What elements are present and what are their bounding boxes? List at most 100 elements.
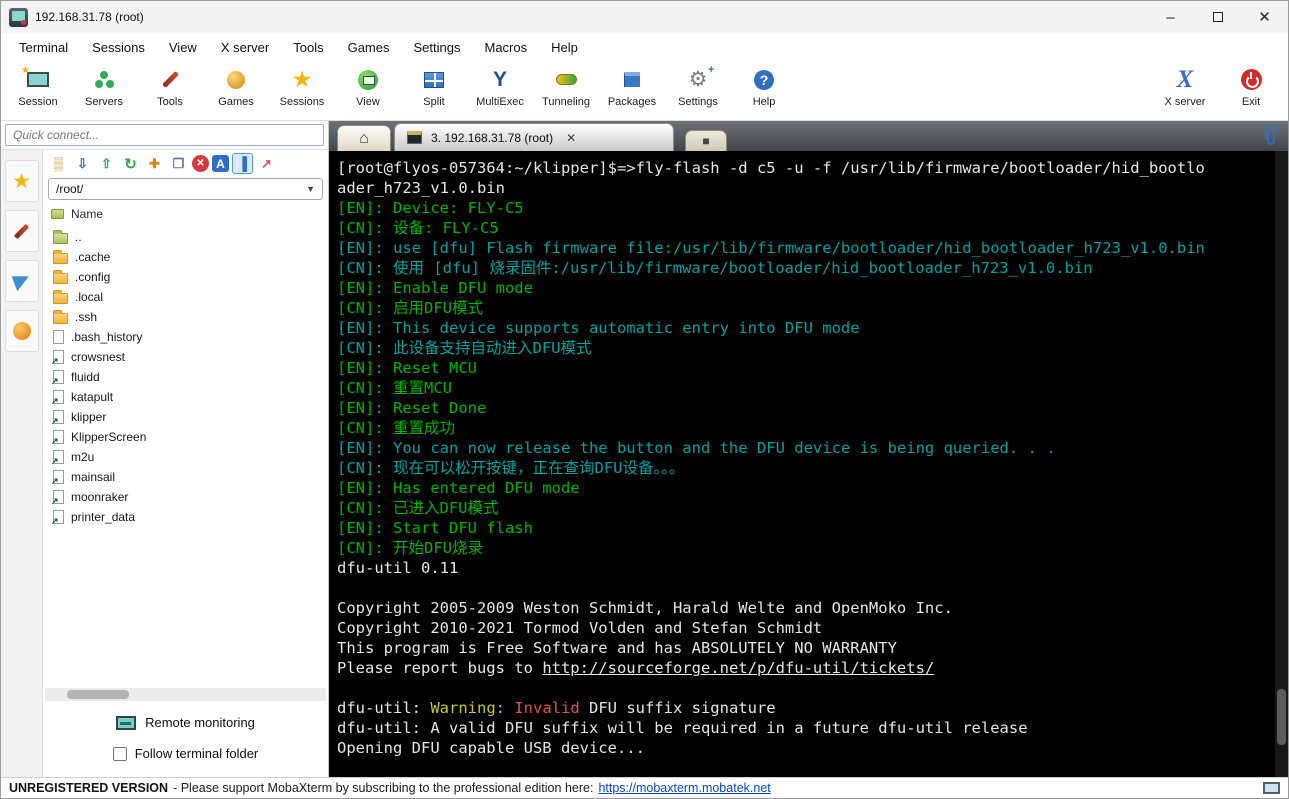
delete-icon[interactable]: ✕ (192, 155, 209, 172)
tab-close-icon[interactable]: ✕ (566, 131, 576, 145)
terminal-line: Opening DFU capable USB device... (337, 739, 645, 757)
main-area: ★ ▒ ⇩ ⇧ ↻ ✚ ❐ ✕ A ▐ (1, 121, 1288, 777)
toolbar-button-games[interactable]: Games (203, 64, 269, 108)
file-row[interactable]: moonraker (45, 487, 328, 507)
file-row[interactable]: printer_data (45, 507, 328, 527)
file-name: klipper (71, 410, 107, 424)
path-dropdown[interactable]: /root/ ▼ (48, 178, 323, 200)
toolbar-button-view[interactable]: View (335, 64, 401, 108)
file-name: .ssh (75, 310, 98, 324)
refresh-icon[interactable]: ↻ (120, 153, 141, 174)
terminal-output: [root@flyos-057364:~/klipper]$=>fly-flas… (337, 158, 1272, 758)
menu-xserver[interactable]: X server (209, 35, 281, 60)
file-row[interactable]: .local (45, 287, 328, 307)
menu-sessions[interactable]: Sessions (80, 35, 157, 60)
menu-view[interactable]: View (157, 35, 209, 60)
main-toolbar: Session Servers Tools Games ★ Sessions V… (1, 61, 1288, 121)
parent-directory-icon[interactable]: ▒ (48, 153, 69, 174)
terminal-scrollbar[interactable] (1275, 151, 1288, 777)
menu-help[interactable]: Help (539, 35, 590, 60)
menu-terminal[interactable]: Terminal (7, 35, 80, 60)
terminal-area[interactable]: [root@flyos-057364:~/klipper]$=>fly-flas… (329, 151, 1288, 777)
follow-terminal-checkbox[interactable] (112, 746, 127, 761)
toolbar-button-tunneling[interactable]: Tunneling (533, 64, 599, 108)
title-bar: 192.168.31.78 (root) – ✕ (1, 1, 1288, 33)
new-folder-icon[interactable]: ✚ (144, 153, 165, 174)
toolbar-button-sessions[interactable]: ★ Sessions (269, 64, 335, 109)
sidebar-tab-sessions[interactable]: ★ (4, 160, 39, 202)
menu-games[interactable]: Games (336, 35, 402, 60)
toolbar-button-packages[interactable]: Packages (599, 64, 665, 108)
terminal-line: [EN]: Start DFU flash (337, 519, 533, 537)
file-row[interactable]: KlipperScreen (45, 427, 328, 447)
toolbar-button-session[interactable]: Session (5, 64, 71, 108)
attachment-paperclip-icon[interactable] (1260, 125, 1280, 147)
terminal-scrollbar-thumb[interactable] (1277, 689, 1286, 745)
toolbar-button-settings[interactable]: ⚙ Settings (665, 64, 731, 108)
file-row[interactable]: .bash_history (45, 327, 328, 347)
toolbar-button-exit[interactable]: Exit (1218, 64, 1284, 108)
split-icon (424, 71, 444, 88)
sidebar-tab-strip: ★ (1, 150, 43, 777)
menu-macros[interactable]: Macros (472, 35, 539, 60)
mobatek-link[interactable]: https://mobaxterm.mobatek.net (598, 781, 770, 795)
symlink-icon (51, 490, 64, 507)
file-list[interactable]: .. .cache .config .local .ssh .bash_historycr… (43, 225, 328, 685)
menu-tools[interactable]: Tools (281, 35, 335, 60)
scrollbar-thumb[interactable] (67, 690, 129, 699)
packages-icon (624, 72, 640, 87)
remote-monitoring-button[interactable]: Remote monitoring (43, 704, 328, 734)
download-icon[interactable]: ⇩ (72, 153, 93, 174)
file-row[interactable]: crowsnest (45, 347, 328, 367)
folder-header-icon (51, 209, 64, 219)
symlink-icon (51, 510, 64, 527)
file-row[interactable]: fluidd (45, 367, 328, 387)
terminal-link[interactable]: http://sourceforge.net/p/dfu-util/ticket… (542, 659, 934, 677)
file-row[interactable]: .cache (45, 247, 328, 267)
status-message: - Please support MobaXterm by subscribin… (173, 781, 594, 795)
window-title: 192.168.31.78 (root) (35, 10, 144, 24)
toolbar-button-xserver[interactable]: X X server (1152, 64, 1218, 108)
minimize-button[interactable]: – (1147, 1, 1194, 33)
file-row[interactable]: .ssh (45, 307, 328, 327)
follow-link-icon[interactable]: ↗ (256, 153, 277, 174)
symlink-icon (51, 430, 64, 447)
sftp-toolbar: ▒ ⇩ ⇧ ↻ ✚ ❐ ✕ A ▐ ↗ (43, 150, 328, 177)
toolbar-button-split[interactable]: Split (401, 64, 467, 108)
file-row[interactable]: klipper (45, 407, 328, 427)
menu-settings[interactable]: Settings (402, 35, 473, 60)
new-tab-button[interactable]: ■ (685, 130, 727, 151)
toolbar-button-tools[interactable]: Tools (137, 64, 203, 108)
toolbar-button-servers[interactable]: Servers (71, 64, 137, 108)
maximize-button[interactable] (1194, 1, 1241, 33)
home-tab[interactable]: ⌂ (337, 125, 391, 151)
toolbar-button-multiexec[interactable]: Y MultiExec (467, 64, 533, 108)
file-row[interactable]: .. (45, 227, 328, 247)
quick-connect-input[interactable] (5, 124, 324, 146)
macros-arrow-icon (11, 270, 32, 292)
upload-icon[interactable]: ⇧ (96, 153, 117, 174)
sidebar-tab-sftp[interactable] (4, 310, 39, 352)
file-name: mainsail (71, 470, 116, 484)
folder-icon (53, 309, 68, 324)
folder-icon (53, 269, 68, 284)
sidebar-tab-tools[interactable] (4, 210, 39, 252)
terminal-line: [root@flyos-057364:~/klipper]$=>fly-flas… (337, 159, 1205, 177)
copy-file-icon[interactable]: ❐ (168, 153, 189, 174)
sidebar-tab-macros[interactable] (4, 260, 39, 302)
folder-up-icon (53, 229, 68, 244)
sync-terminal-icon[interactable]: ▐ (232, 153, 253, 174)
toolbar-button-help[interactable]: ? Help (731, 64, 797, 108)
file-row[interactable]: katapult (45, 387, 328, 407)
sftp-file-panel: ▒ ⇩ ⇧ ↻ ✚ ❐ ✕ A ▐ ↗ /root/ ▼ Name .. .ca… (43, 150, 328, 777)
file-row[interactable]: mainsail (45, 467, 328, 487)
close-button[interactable]: ✕ (1241, 1, 1288, 33)
file-row[interactable]: m2u (45, 447, 328, 467)
file-list-header[interactable]: Name (43, 203, 328, 225)
file-name: moonraker (71, 490, 129, 504)
file-row[interactable]: .config (45, 267, 328, 287)
active-session-tab[interactable]: 3. 192.168.31.78 (root) ✕ (394, 123, 674, 151)
sidebar-horizontal-scrollbar[interactable] (45, 688, 326, 701)
rename-icon[interactable]: A (212, 155, 229, 172)
